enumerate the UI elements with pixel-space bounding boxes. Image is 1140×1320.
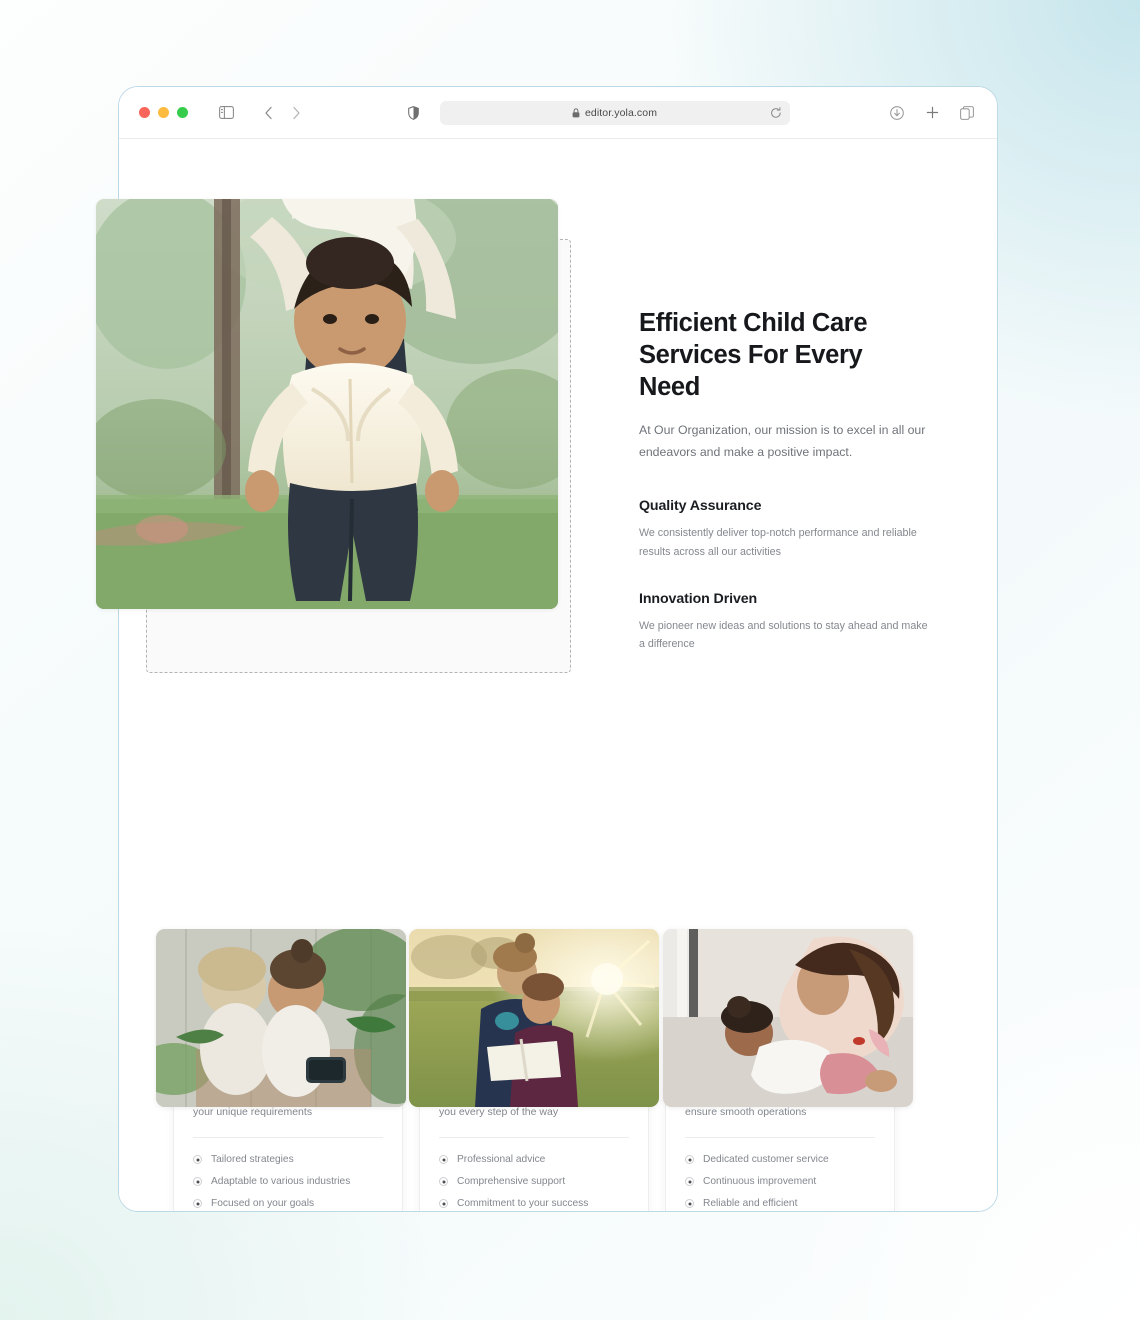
feature-card: Custom Solutions We provide personalized… [156,929,406,1211]
card-image[interactable] [663,929,913,1107]
minimize-window-button[interactable] [158,107,169,118]
list-item-label: Dedicated customer service [703,1154,829,1166]
feature-card: Comprehensive Support We offer extensive… [663,929,913,1211]
sidebar-icon[interactable] [216,103,236,123]
hero-text-column: Efficient Child Care Services For Every … [639,307,929,654]
feature-card: Expert Guidance Our experienced team is … [409,929,659,1211]
list-item: Dedicated customer service [685,1154,875,1165]
page-title: Efficient Child Care Services For Every … [639,309,868,402]
list-item: Reliable and efficient [685,1198,875,1209]
feature-title: Quality Assurance [639,498,762,515]
feature-block-quality-assurance: Quality Assurance We consistently delive… [639,498,929,561]
bullet-icon [193,1177,202,1187]
card-bullet-list: Dedicated customer service Continuous im… [685,1154,875,1209]
toolbar-right-icons [887,103,977,123]
bullet-icon [439,1199,448,1209]
bullet-icon [685,1177,694,1187]
bullet-icon [193,1199,202,1209]
list-item: Professional advice [439,1154,629,1165]
nav-buttons [258,103,306,123]
feature-description: We consistently deliver top-notch perfor… [639,527,917,558]
hero-image[interactable] [96,199,558,609]
bullet-icon [439,1155,448,1165]
divider [193,1137,383,1139]
chevron-left-icon[interactable] [258,103,278,123]
download-icon[interactable] [887,103,907,123]
maximize-window-button[interactable] [177,107,188,118]
feature-description: We pioneer new ideas and solutions to st… [639,619,928,651]
list-item-label: Professional advice [457,1154,546,1166]
bullet-icon [193,1155,202,1165]
traffic-lights [139,107,188,118]
list-item: Focused on your goals [193,1198,383,1209]
bullet-icon [439,1177,448,1187]
lock-icon [572,107,580,118]
list-item-label: Focused on your goals [211,1198,315,1210]
card-bullet-list: Professional advice Comprehensive suppor… [439,1154,629,1209]
list-item-label: Continuous improvement [703,1176,817,1188]
list-item: Adaptable to various industries [193,1176,383,1187]
divider [685,1137,875,1139]
card-bullet-list: Tailored strategies Adaptable to various… [193,1154,383,1209]
list-item: Comprehensive support [439,1176,629,1187]
bullet-icon [685,1155,694,1165]
url-bar[interactable]: editor.yola.com [439,100,790,125]
list-item-label: Reliable and efficient [703,1198,798,1210]
list-item-label: Comprehensive support [457,1176,566,1188]
list-item-label: Commitment to your success [457,1198,589,1210]
plus-icon[interactable] [922,103,942,123]
feature-title: Innovation Driven [639,590,758,607]
divider [439,1137,629,1139]
card-image[interactable] [409,929,659,1107]
list-item: Continuous improvement [685,1176,875,1187]
list-item: Commitment to your success [439,1198,629,1209]
reload-icon[interactable] [770,106,782,119]
tab-overview-icon[interactable] [957,103,977,123]
feature-block-innovation-driven: Innovation Driven We pioneer new ideas a… [639,591,929,654]
hero-subtitle: At Our Organization, our mission is to e… [639,423,926,460]
list-item-label: Adaptable to various industries [211,1176,351,1188]
chevron-right-icon[interactable] [286,103,306,123]
shield-icon[interactable] [404,103,424,123]
card-image[interactable] [156,929,406,1107]
browser-toolbar: editor.yola.com [119,87,997,139]
feature-cards-row: Custom Solutions We provide personalized… [156,929,944,1211]
close-window-button[interactable] [139,107,150,118]
bullet-icon [685,1199,694,1209]
list-item-label: Tailored strategies [211,1154,294,1166]
url-text: editor.yola.com [584,106,658,119]
list-item: Tailored strategies [193,1154,383,1165]
